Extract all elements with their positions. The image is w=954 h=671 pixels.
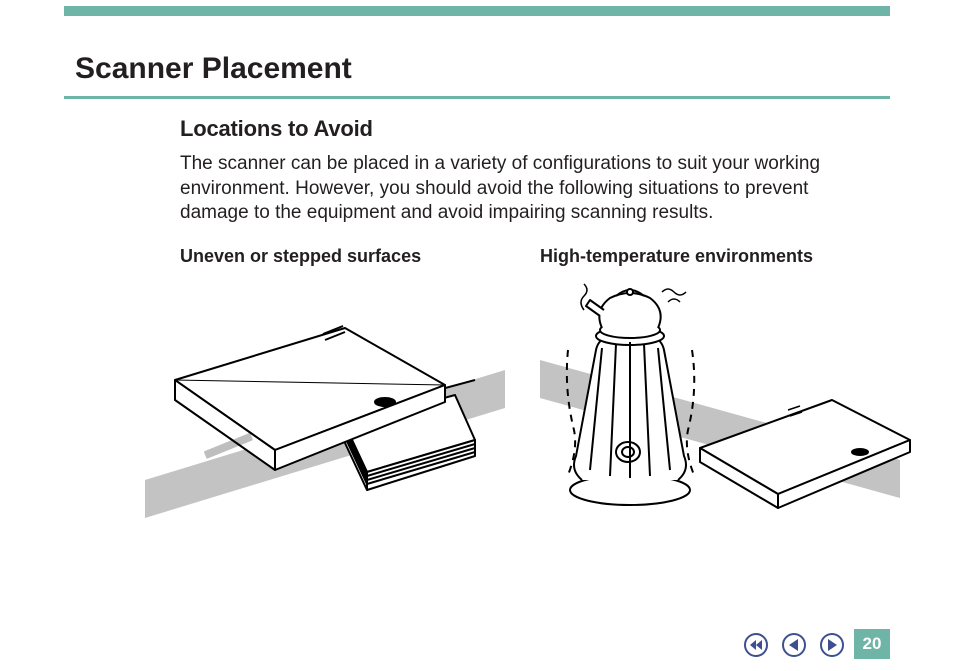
page-number: 20 [854,629,890,659]
page-navigation [744,633,844,657]
page-title: Scanner Placement [75,52,352,86]
subheading-high-temp: High-temperature environments [540,246,813,267]
next-page-button[interactable] [820,633,844,657]
triangle-right-icon [820,633,844,657]
illustration-uneven-surface [135,280,525,520]
rewind-icon [744,633,768,657]
previous-page-button[interactable] [782,633,806,657]
first-page-button[interactable] [744,633,768,657]
subheading-uneven: Uneven or stepped surfaces [180,246,421,267]
section-heading: Locations to Avoid [180,116,373,142]
title-divider [64,96,890,99]
body-text: The scanner can be placed in a variety o… [180,152,870,226]
triangle-left-icon [782,633,806,657]
top-bar [64,6,890,16]
illustration-high-temp [540,280,930,520]
